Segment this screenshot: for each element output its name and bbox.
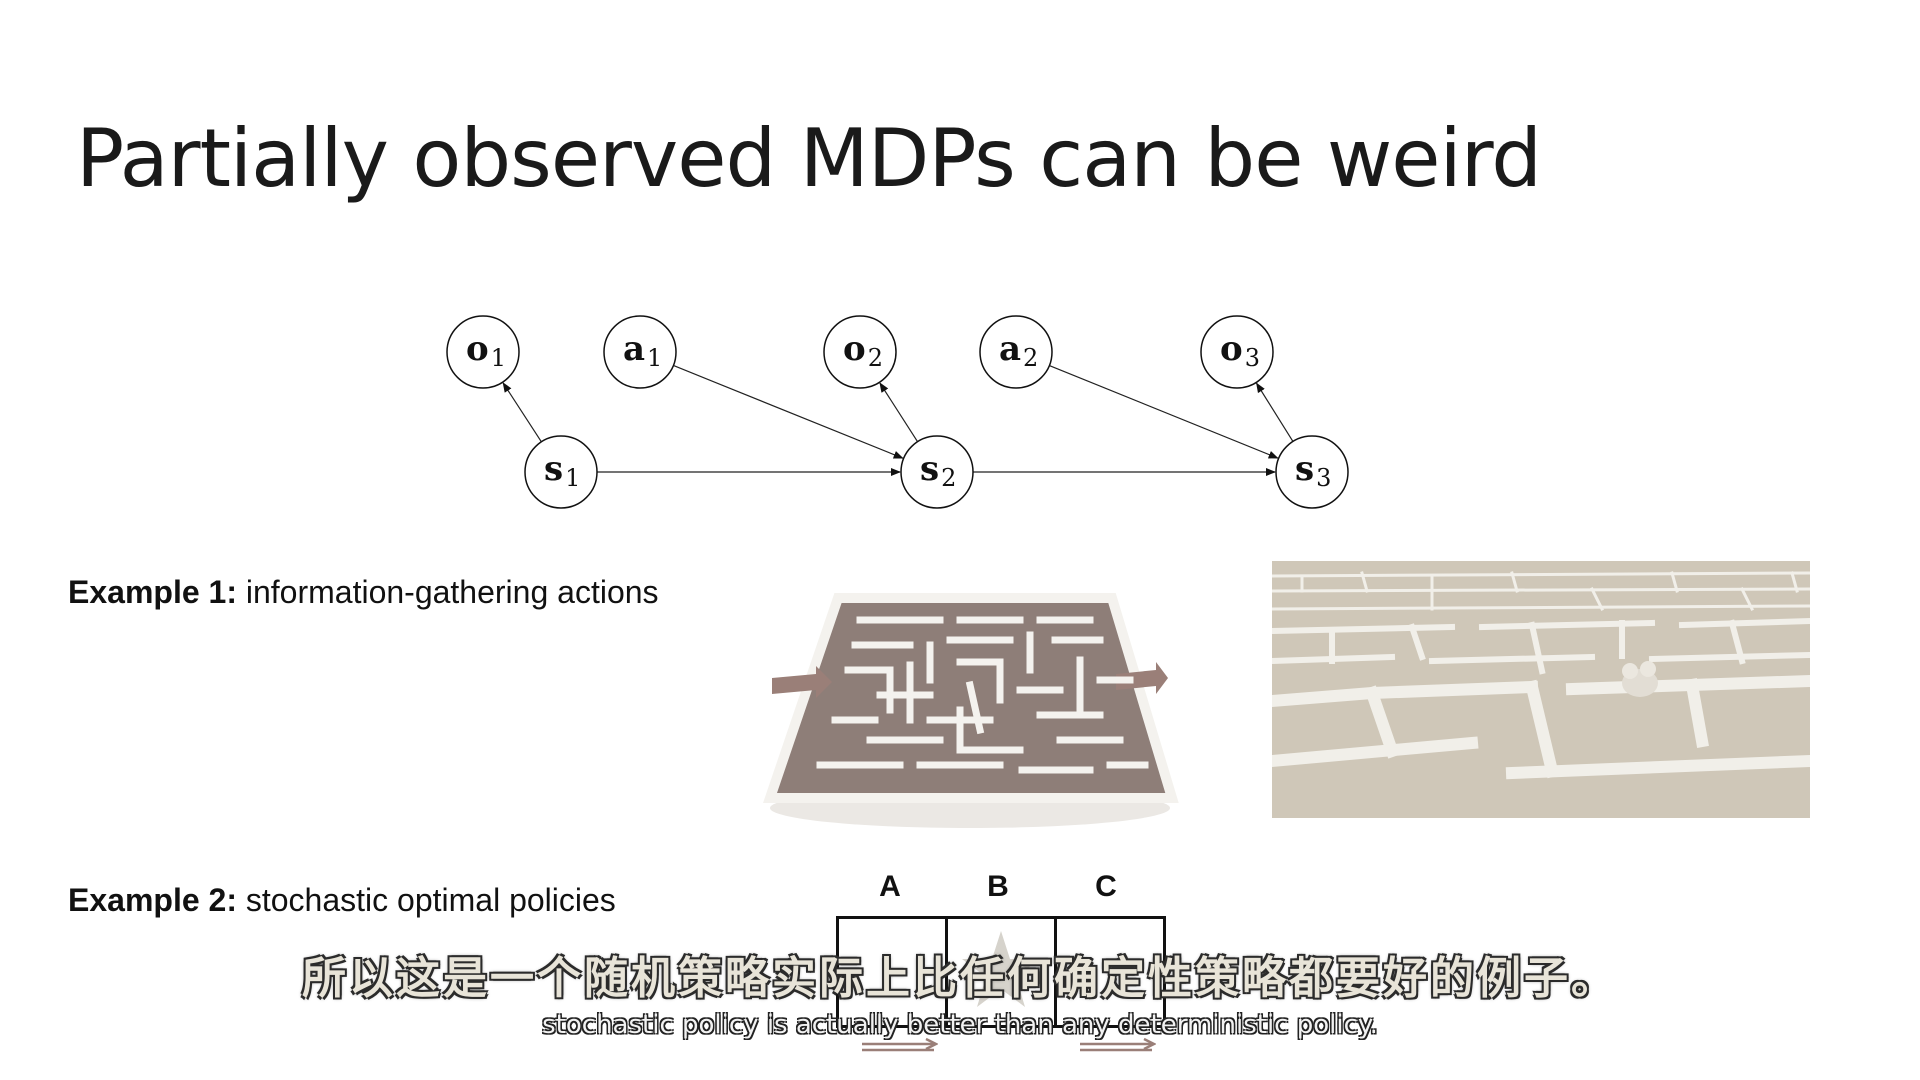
graph-nodes: o1 a1 o2 a2 o3 s1 s2 s3 xyxy=(446,315,1349,509)
graph-edges xyxy=(502,364,1294,476)
example-1-label: Example 1: xyxy=(68,574,237,610)
grid-column-c: C xyxy=(1095,870,1117,903)
subtitle-english: stochastic policy is actually better tha… xyxy=(542,1010,1378,1040)
edge-a1-s2 xyxy=(673,364,904,459)
svg-text:o1: o1 xyxy=(466,329,506,372)
node-a2: a2 xyxy=(979,315,1053,389)
example-1-text: information-gathering actions xyxy=(245,574,659,610)
edge-s3-o3 xyxy=(1256,382,1294,442)
example-2-text: stochastic optimal policies xyxy=(245,882,616,918)
edge-s2-o2 xyxy=(879,382,919,443)
node-o1: o1 xyxy=(446,315,520,389)
svg-text:o3: o3 xyxy=(1220,329,1260,372)
example-1: Example 1: information-gathering actions xyxy=(68,574,659,611)
svg-text:o2: o2 xyxy=(843,329,883,372)
grid-column-b: B xyxy=(987,870,1009,903)
svg-text:a2: a2 xyxy=(999,329,1038,372)
svg-text:a1: a1 xyxy=(623,329,662,372)
node-s1: s1 xyxy=(524,435,598,509)
slide: Partially observed MDPs can be weird o1 a… xyxy=(0,0,1920,1080)
node-o2: o2 xyxy=(823,315,897,389)
svg-text:s1: s1 xyxy=(544,449,580,492)
edge-s1-o1 xyxy=(502,382,542,443)
svg-text:s2: s2 xyxy=(920,449,956,492)
example-2: Example 2: stochastic optimal policies xyxy=(68,882,616,919)
node-o3: o3 xyxy=(1200,315,1274,389)
svg-text:s3: s3 xyxy=(1295,449,1331,492)
slide-title: Partially observed MDPs can be weird xyxy=(76,112,1542,205)
node-a1: a1 xyxy=(603,315,677,389)
grid-column-a: A xyxy=(879,870,901,903)
node-s3: s3 xyxy=(1275,435,1349,509)
example-2-label: Example 2: xyxy=(68,882,237,918)
node-s2: s2 xyxy=(900,435,974,509)
maze-topdown-image xyxy=(763,593,1179,828)
subtitle-chinese: 所以这是一个随机策略实际上比任何确定性策略都要好的例子。 xyxy=(302,953,1618,1004)
edge-a2-s3 xyxy=(1049,364,1279,459)
maze-perspective-image xyxy=(1272,561,1810,818)
